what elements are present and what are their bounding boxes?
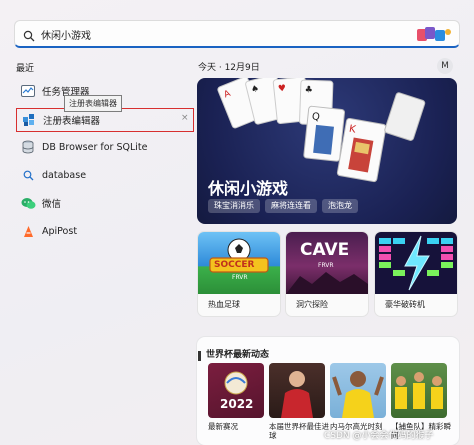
brick-game-art	[375, 232, 457, 294]
search-bar[interactable]	[14, 20, 460, 48]
search-icon	[23, 27, 35, 46]
apipost-icon	[20, 223, 36, 239]
wechat-icon	[20, 195, 36, 211]
recent-item-label: DB Browser for SQLite	[42, 141, 148, 153]
hero-card[interactable]: A ♠ ♥ ♣ Q K 休闲小游戏 珠宝消消乐 麻将连连看 泡泡龙	[197, 78, 457, 224]
date-label: 今天 · 12月9日	[198, 63, 260, 73]
recent-item-wechat[interactable]: 微信	[16, 191, 194, 215]
game-art-icon	[415, 24, 453, 44]
recent-item-db-browser[interactable]: DB Browser for SQLite	[16, 135, 194, 159]
chip-bubble[interactable]: 泡泡龙	[322, 199, 358, 213]
world-cup-icon	[198, 346, 204, 365]
game-label: 洞穴探险	[296, 300, 328, 309]
news-thumbnail: 2022	[208, 363, 264, 418]
registry-editor-icon	[21, 112, 37, 128]
search-icon	[20, 167, 36, 183]
recent-item-label: 注册表编辑器	[43, 116, 101, 127]
game-card-brick[interactable]: 豪华破砖机	[375, 232, 457, 316]
soccer-art-text: SOCCER	[214, 260, 255, 270]
recent-item-database[interactable]: database	[16, 163, 194, 187]
news-item[interactable]: 本届世界杯最佳进球	[269, 363, 329, 445]
news-caption: 最新赛况	[208, 422, 238, 431]
news-caption: 本届世界杯最佳进球	[269, 422, 329, 440]
recent-item-label: ApiPost	[42, 225, 78, 237]
soccer-art-sub: FRVR	[232, 274, 248, 281]
game-label: 豪华破砖机	[385, 300, 425, 309]
svg-text:♥: ♥	[278, 84, 287, 95]
recent-section-title: 最近	[16, 64, 35, 74]
game-label: 热血足球	[208, 300, 240, 309]
game-card-cave[interactable]: CAVE FRVR 洞穴探险	[286, 232, 368, 316]
news-art-text: 2022	[220, 397, 254, 411]
recent-item-label: database	[42, 169, 87, 181]
hero-title: 休闲小游戏	[208, 179, 289, 198]
close-icon[interactable]: ×	[181, 113, 189, 123]
svg-text:Q: Q	[311, 111, 320, 123]
news-thumbnail	[330, 363, 386, 418]
recent-item-label: 微信	[42, 199, 62, 210]
avatar[interactable]: M	[437, 58, 453, 74]
news-thumbnail	[269, 363, 325, 418]
tooltip: 注册表编辑器	[64, 95, 122, 112]
chip-mahjong[interactable]: 麻将连连看	[265, 199, 317, 213]
game-card-soccer[interactable]: SOCCER FRVR 热血足球	[198, 232, 280, 316]
task-manager-icon	[20, 83, 36, 99]
news-item[interactable]: 2022 最新赛况	[208, 363, 264, 445]
news-title: 世界杯最新动态	[206, 350, 270, 360]
soccer-game-art: SOCCER FRVR	[198, 232, 280, 294]
watermark: CSDN @小会会代码的猴子	[324, 431, 434, 441]
chip-jewel[interactable]: 珠宝消消乐	[208, 199, 260, 213]
database-icon	[20, 139, 36, 155]
news-thumbnail	[391, 363, 447, 418]
cave-game-art: CAVE FRVR	[286, 232, 368, 294]
recent-item-apipost[interactable]: ApiPost	[16, 219, 194, 243]
svg-text:♣: ♣	[304, 85, 312, 95]
search-input[interactable]	[41, 25, 341, 43]
